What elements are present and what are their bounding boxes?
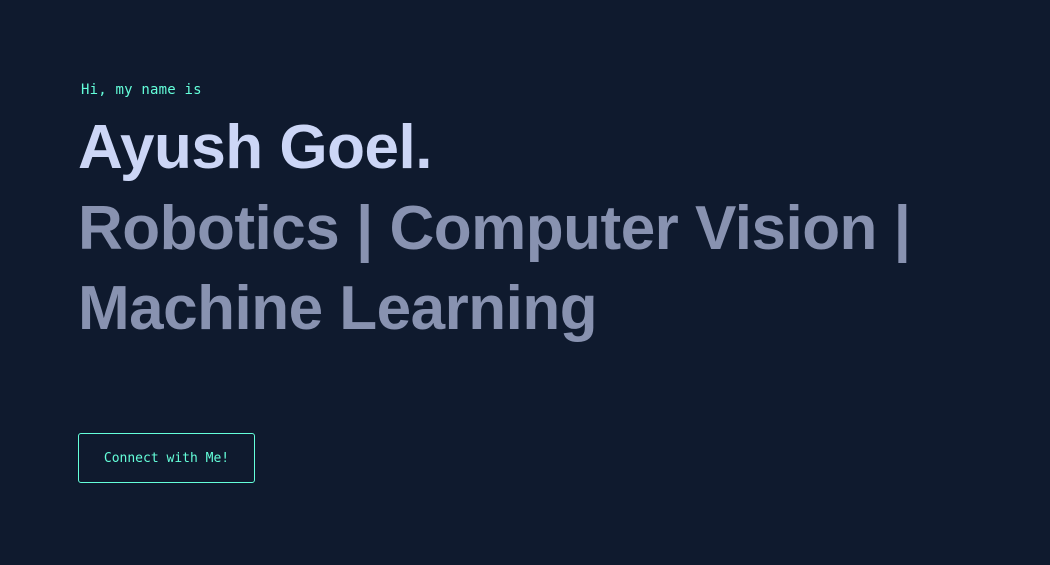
hero-section: Hi, my name is Ayush Goel. Robotics | Co… — [0, 0, 1050, 565]
connect-button[interactable]: Connect with Me! — [78, 433, 255, 483]
intro-text: Hi, my name is — [81, 82, 202, 98]
tagline-heading: Robotics | Computer Vision | Machine Lea… — [78, 194, 911, 343]
name-heading: Ayush Goel. — [78, 113, 432, 182]
